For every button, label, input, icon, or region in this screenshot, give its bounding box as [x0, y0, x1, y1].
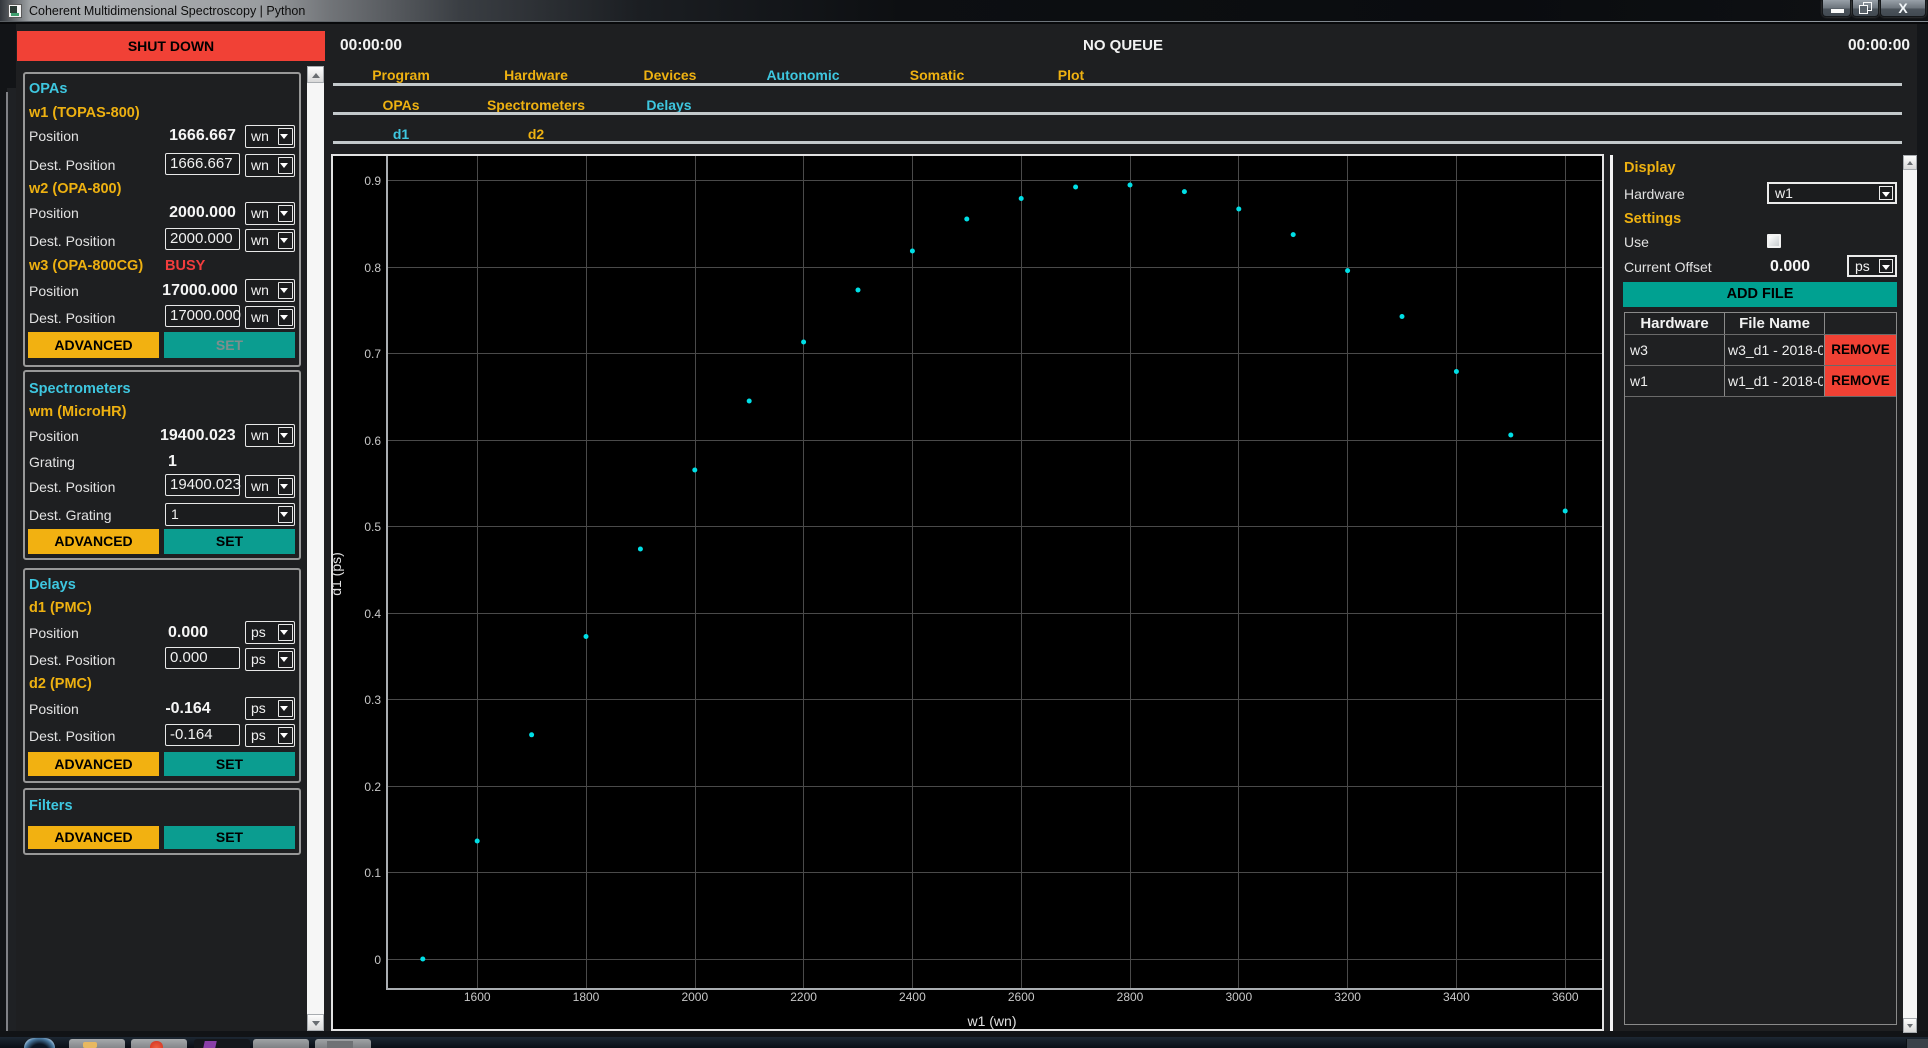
svg-text:0.4: 0.4	[364, 607, 381, 621]
svg-text:w1 (wn): w1 (wn)	[966, 1013, 1016, 1029]
svg-text:0.6: 0.6	[364, 434, 381, 448]
svg-text:0.8: 0.8	[364, 261, 381, 275]
svg-text:0: 0	[374, 953, 381, 967]
svg-text:0.9: 0.9	[364, 174, 381, 188]
svg-text:3600: 3600	[1552, 990, 1579, 1004]
svg-text:d1 (ps): d1 (ps)	[333, 552, 344, 596]
svg-text:1600: 1600	[464, 990, 491, 1004]
svg-text:0.7: 0.7	[364, 347, 381, 361]
svg-text:0.1: 0.1	[364, 866, 381, 880]
svg-text:3200: 3200	[1334, 990, 1361, 1004]
svg-text:2000: 2000	[681, 990, 708, 1004]
svg-text:0.2: 0.2	[364, 780, 381, 794]
svg-text:2800: 2800	[1117, 990, 1144, 1004]
svg-text:0.5: 0.5	[364, 520, 381, 534]
svg-text:1800: 1800	[573, 990, 600, 1004]
svg-text:0.3: 0.3	[364, 693, 381, 707]
svg-text:2600: 2600	[1008, 990, 1035, 1004]
svg-text:2400: 2400	[899, 990, 926, 1004]
svg-text:3400: 3400	[1443, 990, 1470, 1004]
svg-text:2200: 2200	[790, 990, 817, 1004]
svg-text:3000: 3000	[1225, 990, 1252, 1004]
